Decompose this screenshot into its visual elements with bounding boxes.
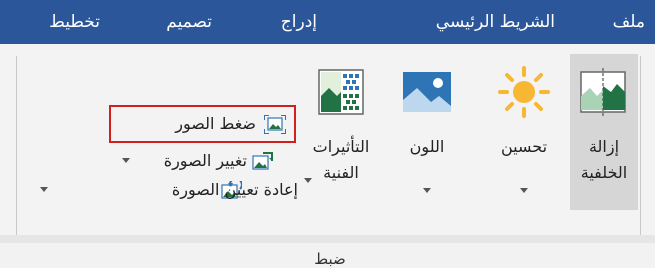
artistic-effects-button[interactable]: التأثيرات الفنية [300,54,382,210]
group-separator [16,56,17,236]
tab-layout[interactable]: تخطيط [49,0,100,44]
tab-home[interactable]: الشريط الرئيسي [436,0,555,44]
reset-picture-button[interactable]: إعادة تعيين الصورة [36,175,298,205]
artistic-effects-label: التأثيرات الفنية [312,137,370,182]
group-label-adjust: ضبط [314,250,346,268]
group-separator [640,56,641,236]
tab-design[interactable]: تصميم [166,0,212,44]
remove-background-icon [580,68,626,116]
ribbon-adjust-group: إزالة الخلفية تحسين اللون التأثيرات الفن… [0,44,655,268]
color-button[interactable]: اللون [392,54,462,210]
change-picture-label: تغيير الصورة [163,151,247,170]
tab-file[interactable]: ملف [613,0,645,44]
compress-pictures-icon [264,115,286,134]
compress-pictures-button[interactable]: ضغط الصور [112,109,294,139]
remove-background-button[interactable]: إزالة الخلفية [570,54,638,210]
chevron-down-icon [423,188,431,193]
color-label: اللون [409,137,445,156]
sun-icon [498,66,550,118]
corrections-button[interactable]: تحسين [484,54,564,210]
chevron-down-icon [122,158,130,163]
chevron-down-icon [304,178,312,183]
corrections-label: تحسين [500,137,548,156]
reset-picture-label: إعادة تعيين الصورة [171,180,298,199]
ribbon-bottom-edge [0,235,655,243]
compress-pictures-label: ضغط الصور [175,114,256,133]
remove-background-label: إزالة الخلفية [580,137,628,182]
change-picture-icon [252,152,273,170]
picture-color-icon [403,72,451,112]
change-picture-button[interactable]: تغيير الصورة [115,146,275,176]
tab-insert[interactable]: إدراج [281,0,317,44]
artistic-effects-icon [318,69,364,115]
chevron-down-icon [40,187,48,192]
ribbon-tab-bar: ملف الشريط الرئيسي إدراج تصميم تخطيط [0,0,655,44]
chevron-down-icon [520,188,528,193]
